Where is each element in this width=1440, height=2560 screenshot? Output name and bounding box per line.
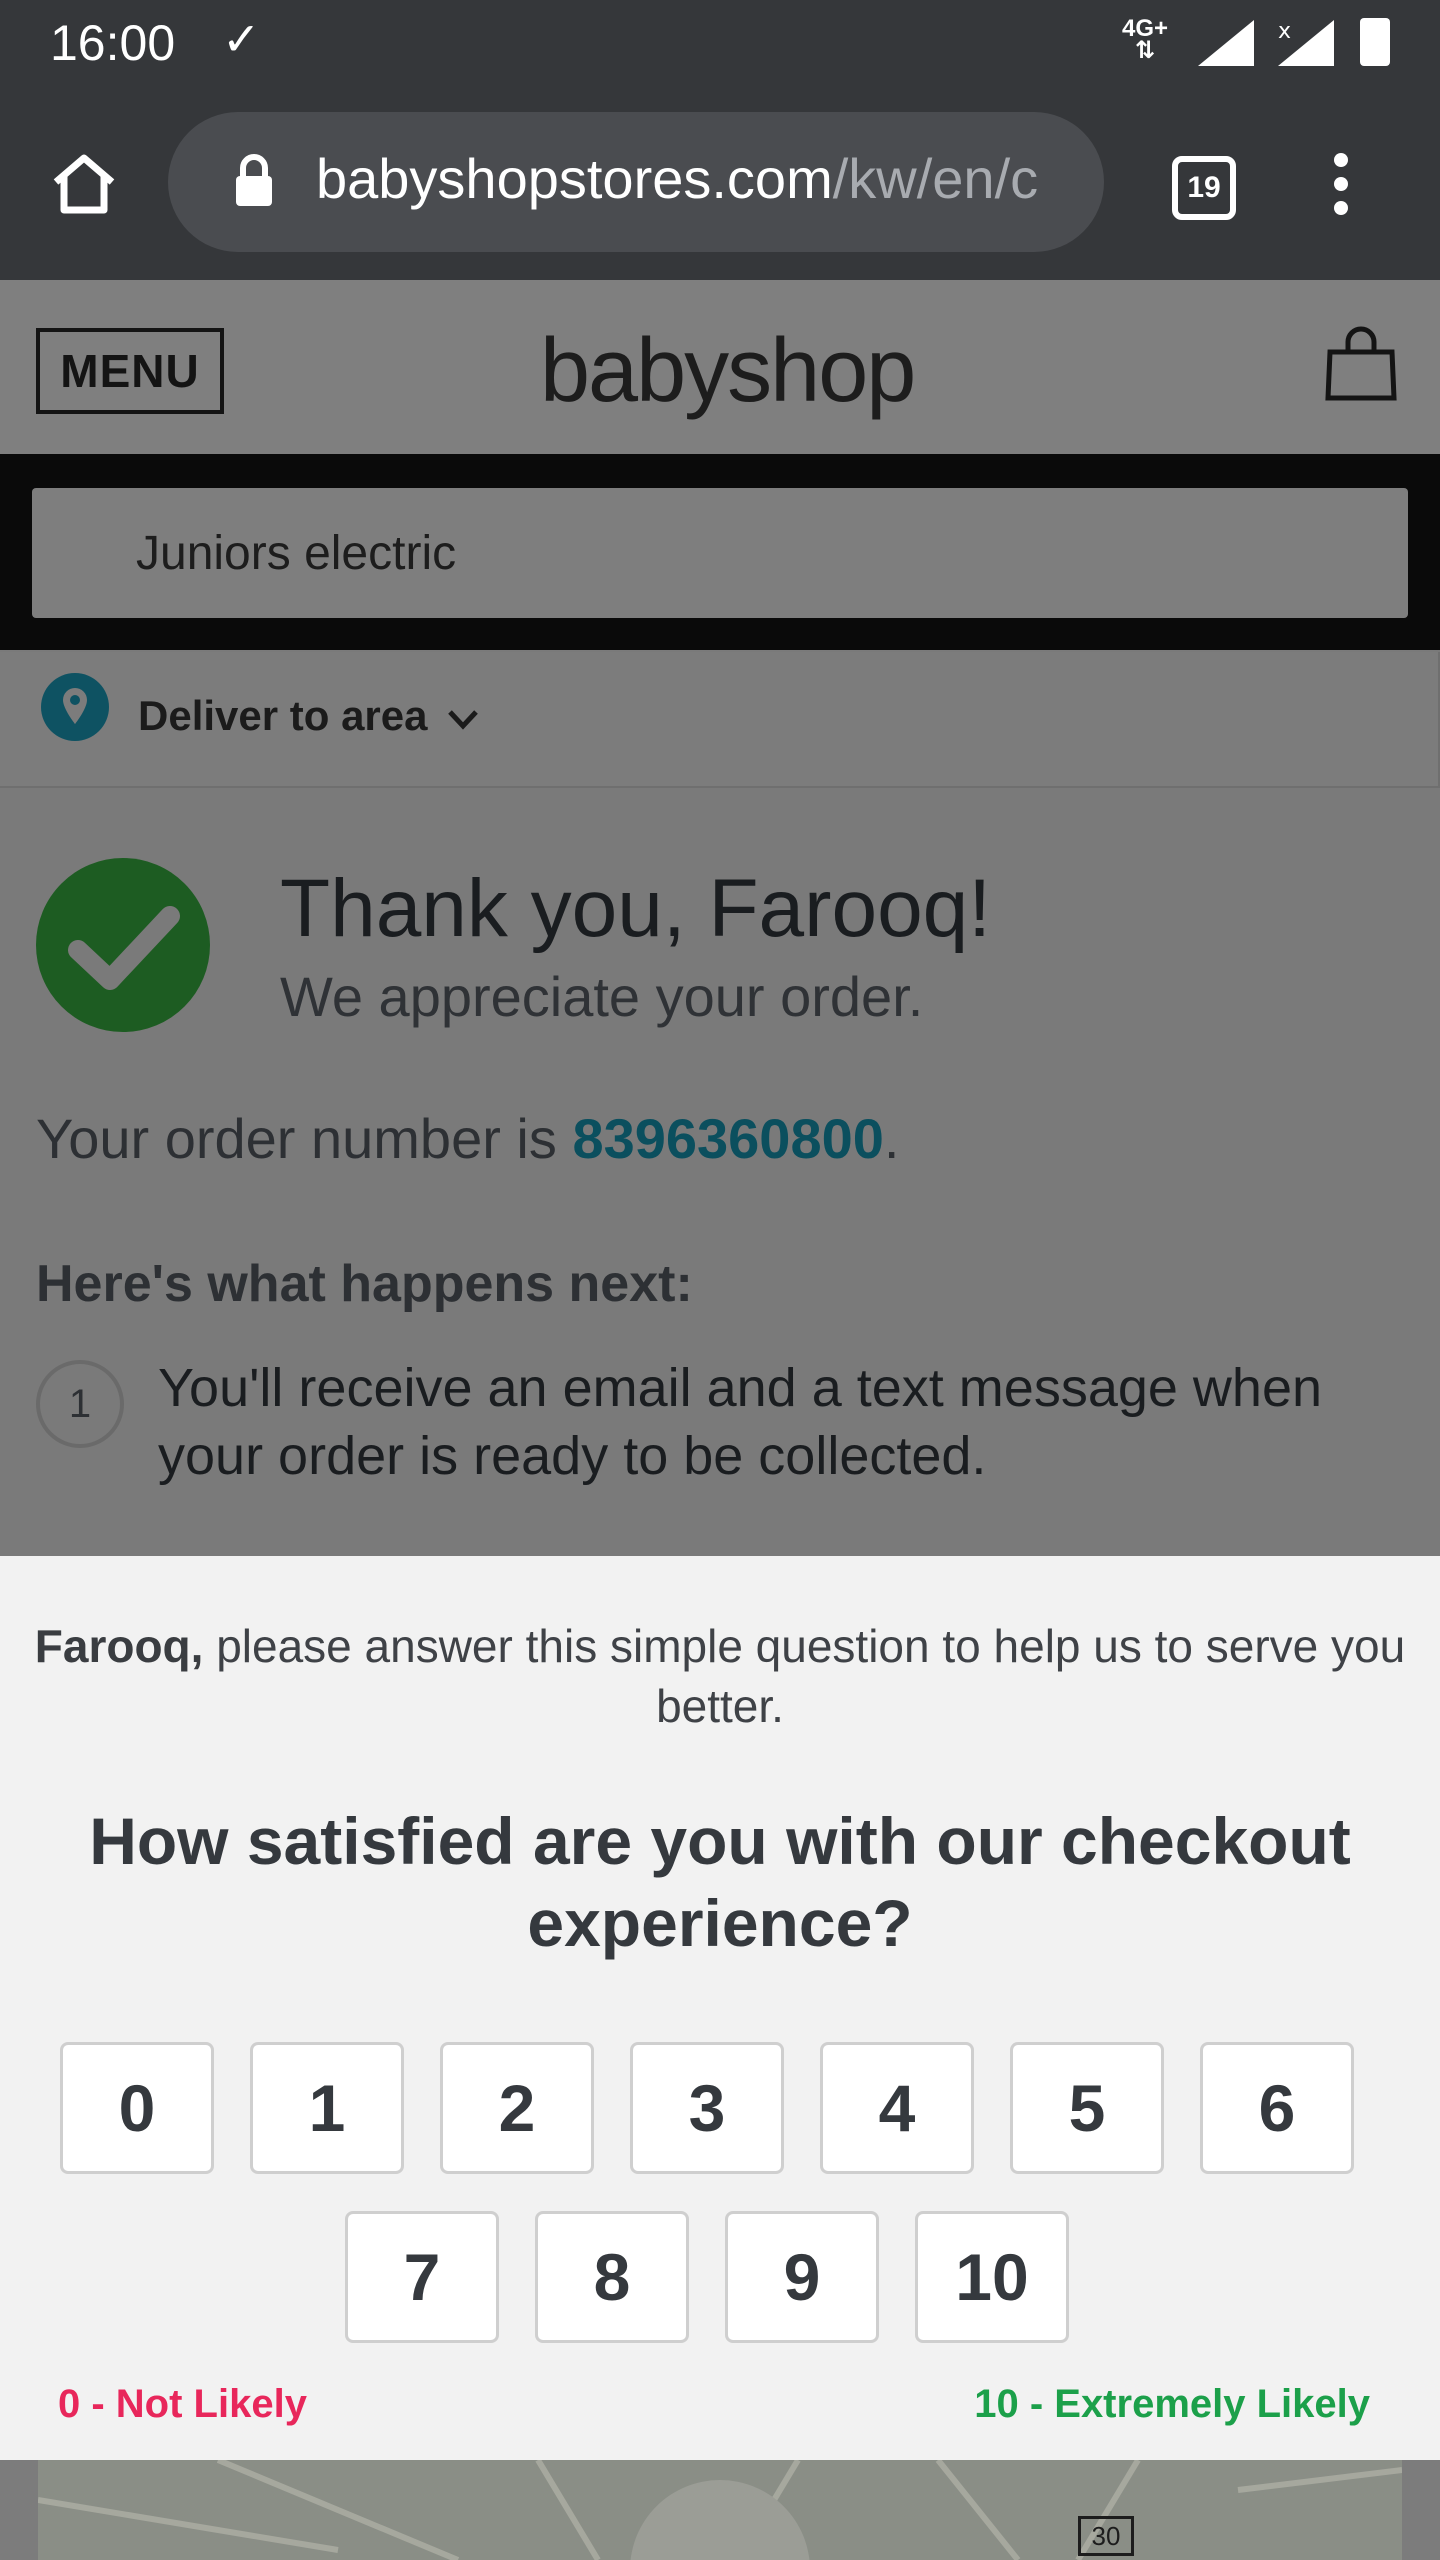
- deliver-label: Deliver to area: [138, 692, 428, 739]
- map-roads: [37, 2460, 1403, 2560]
- location-pin-icon: [41, 673, 109, 741]
- scale-low-label: 0 - Not Likely: [58, 2382, 307, 2426]
- score-button-1[interactable]: 1: [250, 2042, 404, 2174]
- url-text: babyshopstores.com/kw/en/c: [316, 146, 1038, 211]
- score-button-10[interactable]: 10: [915, 2211, 1069, 2343]
- deliver-to-area-selector[interactable]: Deliver to area: [0, 652, 1440, 790]
- score-button-2[interactable]: 2: [440, 2042, 594, 2174]
- order-prefix: Your order number is: [36, 1107, 573, 1170]
- score-button-7[interactable]: 7: [345, 2211, 499, 2343]
- score-button-9[interactable]: 9: [725, 2211, 879, 2343]
- order-suffix: .: [883, 1107, 900, 1170]
- status-time: 16:00: [50, 15, 176, 71]
- map-area: 30: [37, 2460, 1403, 2560]
- search-input[interactable]: Juniors electric: [32, 488, 1408, 618]
- shopping-bag-icon[interactable]: [1322, 326, 1400, 404]
- score-button-4[interactable]: 4: [820, 2042, 974, 2174]
- url-path: /kw/en/c: [832, 147, 1039, 210]
- order-number-link[interactable]: 8396360800: [572, 1107, 883, 1170]
- thank-you-subtitle: We appreciate your order.: [280, 965, 924, 1028]
- survey-question: How satisfied are you with our checkout …: [89, 1804, 1351, 1960]
- check-notification-icon: ✓: [222, 13, 261, 65]
- search-value: Juniors electric: [136, 527, 457, 580]
- road-number-badge: 30: [1078, 2516, 1134, 2556]
- score-button-5[interactable]: 5: [1010, 2042, 1164, 2174]
- store-map[interactable]: 30: [0, 2460, 1440, 2560]
- babyshop-logo[interactable]: babyshop: [540, 320, 916, 423]
- next-steps-heading: Here's what happens next:: [36, 1255, 693, 1313]
- step-text: You'll receive an email and a text messa…: [158, 1358, 1323, 1486]
- menu-button[interactable]: MENU: [36, 328, 224, 414]
- signal-x-icon: x: [1278, 20, 1334, 66]
- status-bar: 16:00 ✓ 4G+ ⇅ x: [0, 0, 1440, 84]
- thank-you-title: Thank you, Farooq!: [280, 863, 992, 954]
- home-icon[interactable]: [50, 152, 118, 216]
- url-domain: babyshopstores.com: [316, 147, 833, 210]
- scale-high-label: 10 - Extremely Likely: [974, 2382, 1370, 2426]
- customer-name: Farooq,: [34, 1620, 204, 1672]
- network-label: 4G+: [1122, 15, 1169, 42]
- satisfaction-survey-panel: Farooq, please answer this simple questi…: [0, 1556, 1440, 2460]
- order-number-line: Your order number is 8396360800.: [36, 1106, 899, 1171]
- step-number: 1: [36, 1360, 124, 1448]
- browser-toolbar: babyshopstores.com/kw/en/c 19: [0, 84, 1440, 280]
- score-button-8[interactable]: 8: [535, 2211, 689, 2343]
- order-confirmation: Thank you, Farooq! We appreciate your or…: [0, 788, 1440, 1558]
- intro-text: please answer this simple question to he…: [203, 1620, 1406, 1732]
- survey-intro: Farooq, please answer this simple questi…: [20, 1616, 1420, 1736]
- score-button-6[interactable]: 6: [1200, 2042, 1354, 2174]
- chevron-down-icon: [448, 710, 478, 730]
- battery-icon: [1360, 18, 1390, 66]
- more-options-icon[interactable]: [1326, 152, 1356, 216]
- search-bar-container: Juniors electric: [0, 454, 1440, 650]
- score-button-0[interactable]: 0: [60, 2042, 214, 2174]
- tab-switcher-button[interactable]: 19: [1172, 156, 1236, 220]
- signal-icon: [1198, 20, 1254, 66]
- network-type: 4G+ ⇅: [1122, 15, 1169, 64]
- lock-icon: [236, 154, 272, 206]
- svg-text:x: x: [1278, 20, 1291, 44]
- site-header: MENU babyshop: [0, 280, 1440, 454]
- address-bar[interactable]: babyshopstores.com/kw/en/c: [168, 112, 1104, 252]
- success-check-icon: [36, 858, 210, 1032]
- score-button-3[interactable]: 3: [630, 2042, 784, 2174]
